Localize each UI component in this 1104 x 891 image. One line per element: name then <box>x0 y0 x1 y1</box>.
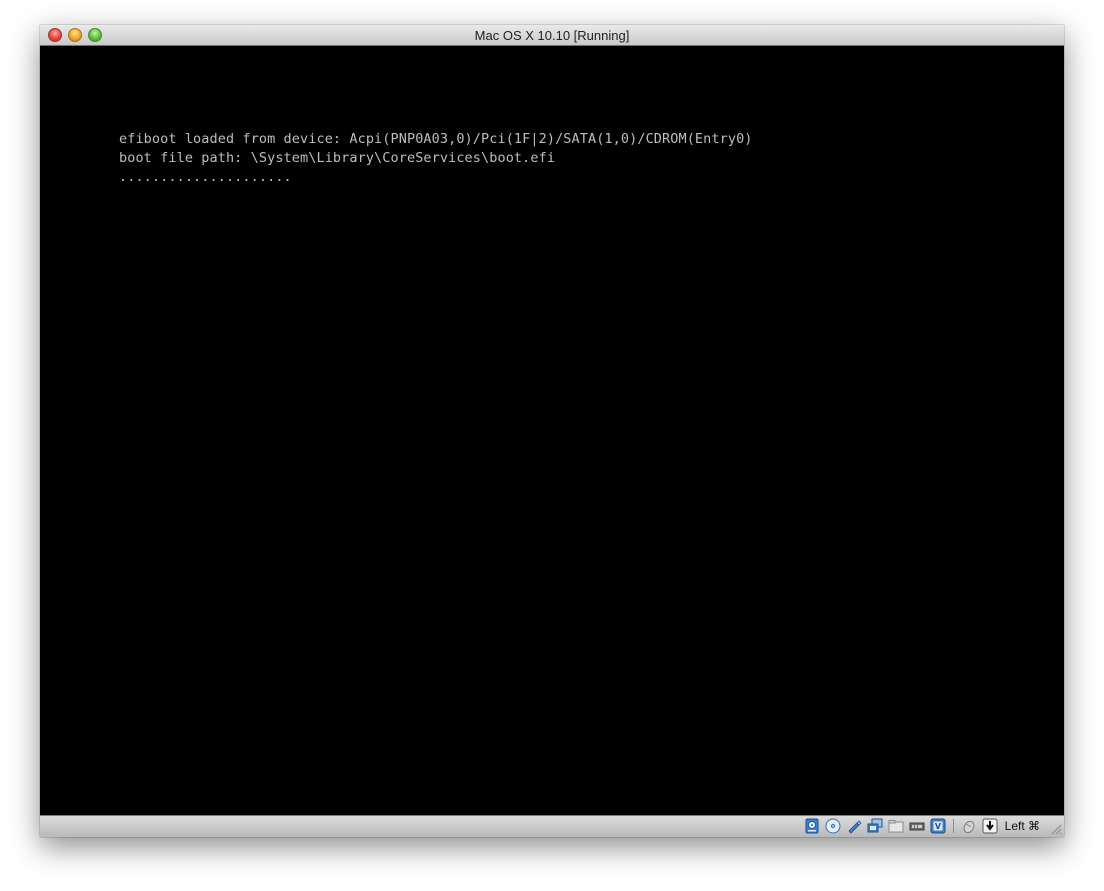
usb-icon[interactable] <box>846 818 862 834</box>
console-line-3: ..................... <box>119 169 292 185</box>
vm-screen[interactable]: efiboot loaded from device: Acpi(PNP0A03… <box>40 46 1064 815</box>
status-icons: V Left ⌘ <box>804 818 1040 834</box>
video-capture-icon[interactable] <box>909 818 925 834</box>
keyboard-capture-icon[interactable] <box>982 818 998 834</box>
status-separator <box>952 819 954 833</box>
console-line-1: efiboot loaded from device: Acpi(PNP0A03… <box>119 131 753 147</box>
svg-text:V: V <box>935 822 942 831</box>
console-line-2: boot file path: \System\Library\CoreServ… <box>119 150 556 166</box>
host-key-label[interactable]: Left ⌘ <box>1005 819 1040 833</box>
mouse-integration-icon[interactable] <box>961 818 977 834</box>
boot-console: efiboot loaded from device: Acpi(PNP0A03… <box>119 130 753 187</box>
network-icon[interactable] <box>867 818 883 834</box>
title-bar[interactable]: Mac OS X 10.10 [Running] <box>40 25 1064 46</box>
hard-disk-icon[interactable] <box>804 818 820 834</box>
optical-drive-icon[interactable] <box>825 818 841 834</box>
resize-grip-icon[interactable] <box>1050 823 1062 835</box>
window-title: Mac OS X 10.10 [Running] <box>474 28 630 43</box>
status-bar: V Left ⌘ <box>40 815 1064 837</box>
shared-folder-icon[interactable] <box>888 818 904 834</box>
virtualization-icon[interactable]: V <box>930 818 946 834</box>
vm-window: Mac OS X 10.10 [Running] efiboot loaded … <box>40 25 1064 837</box>
